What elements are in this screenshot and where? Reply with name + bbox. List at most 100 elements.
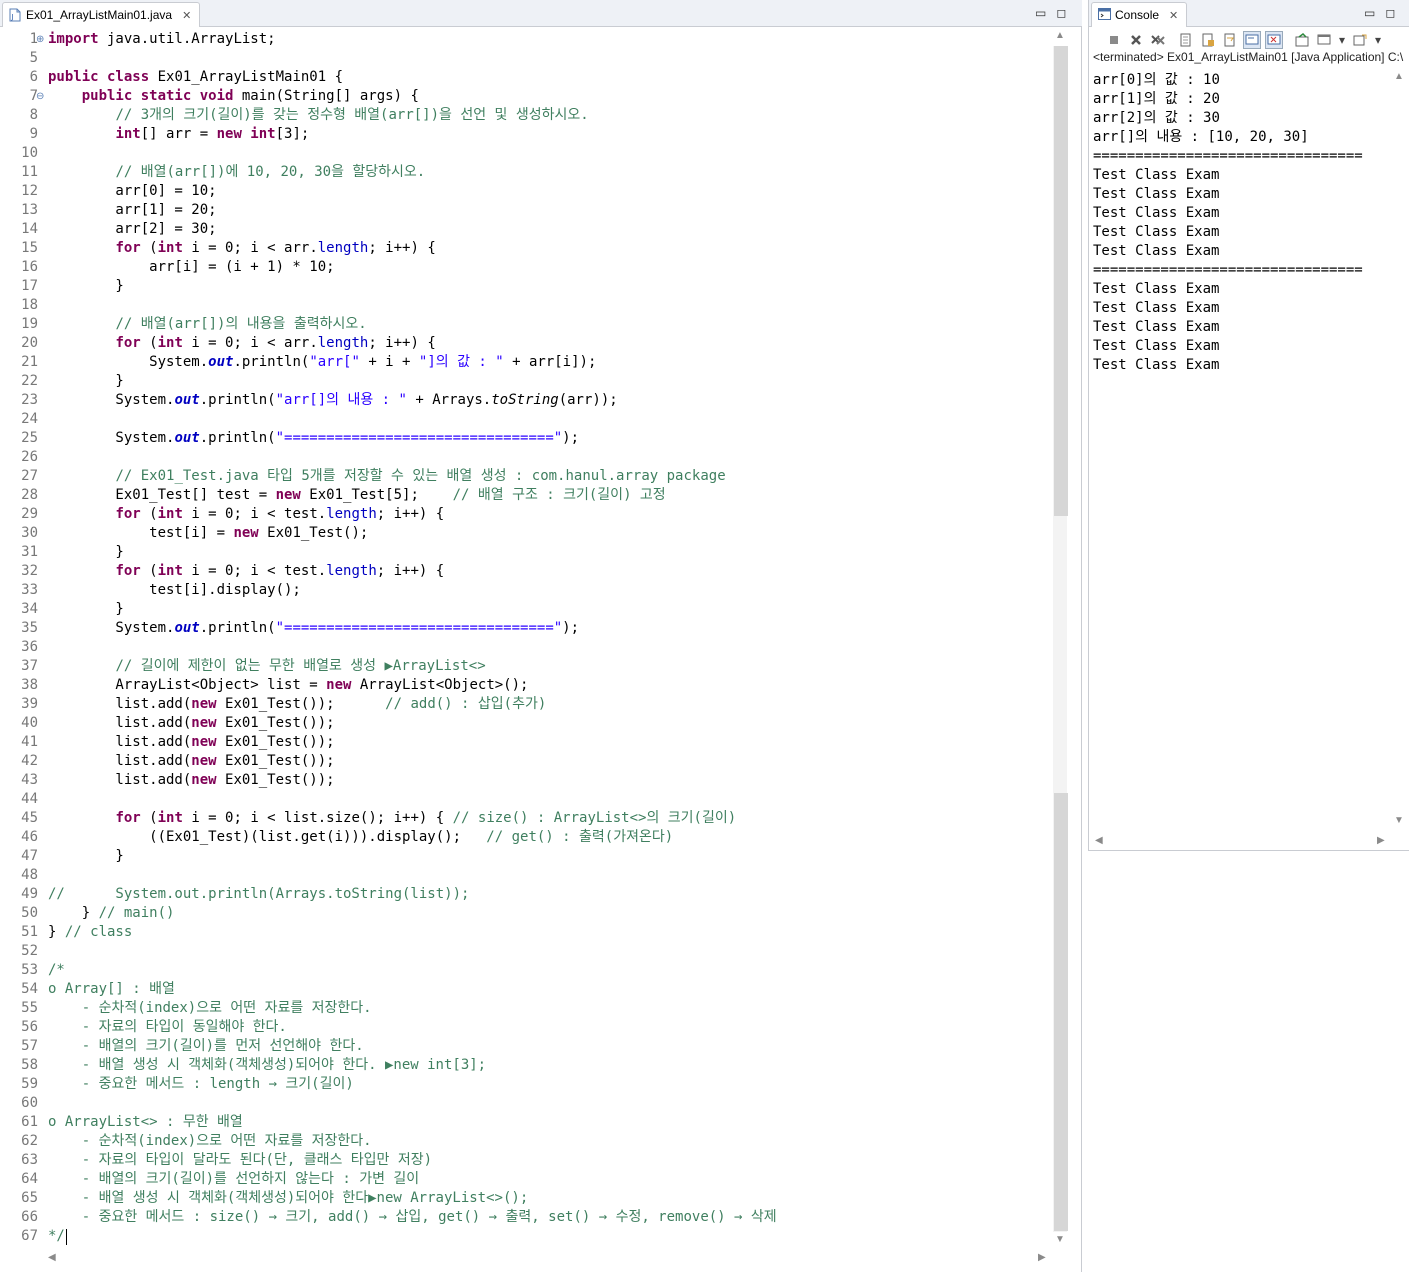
- console-horizontal-scrollbar[interactable]: ◀ ▶: [1093, 833, 1391, 849]
- scroll-up-icon[interactable]: ▲: [1055, 30, 1065, 41]
- scroll-right-icon[interactable]: ▶: [1377, 835, 1385, 846]
- code-line[interactable]: o ArrayList<> : 무한 배열: [48, 1113, 243, 1132]
- code-line[interactable]: test[i].display();: [48, 581, 301, 600]
- code-line[interactable]: // 배열(arr[])에 10, 20, 30을 할당하시오.: [48, 163, 425, 182]
- code-line[interactable]: - 중요한 메서드 : size() → 크기, add() → 삽입, get…: [48, 1208, 777, 1227]
- scroll-thumb-lower[interactable]: [1054, 793, 1068, 1231]
- code-line[interactable]: list.add(new Ex01_Test());: [48, 714, 334, 733]
- code-line[interactable]: list.add(new Ex01_Test());: [48, 733, 334, 752]
- code-line[interactable]: list.add(new Ex01_Test()); // add() : 삽입…: [48, 695, 546, 714]
- code-line[interactable]: }: [48, 543, 123, 562]
- display-console-icon[interactable]: [1315, 31, 1333, 49]
- code-line[interactable]: for (int i = 0; i < test.length; i++) {: [48, 505, 444, 524]
- code-line[interactable]: public static void main(String[] args) {: [48, 87, 419, 106]
- scroll-track[interactable]: [1053, 46, 1068, 1232]
- remove-launch-icon[interactable]: [1127, 31, 1145, 49]
- code-line[interactable]: }: [48, 600, 123, 619]
- close-icon[interactable]: ✕: [1169, 9, 1178, 22]
- editor-tab[interactable]: J Ex01_ArrayListMain01.java ✕: [2, 2, 201, 27]
- code-line[interactable]: import java.util.ArrayList;: [48, 30, 276, 49]
- show-stdout-icon[interactable]: [1243, 31, 1261, 49]
- code-token: int: [157, 506, 183, 522]
- code-line[interactable]: }: [48, 372, 123, 391]
- show-stderr-icon[interactable]: [1265, 31, 1283, 49]
- scroll-right-icon[interactable]: ▶: [1038, 1252, 1046, 1263]
- code-line[interactable]: list.add(new Ex01_Test());: [48, 771, 334, 790]
- code-line[interactable]: ((Ex01_Test)(list.get(i))).display(); //…: [48, 828, 673, 847]
- code-line[interactable]: for (int i = 0; i < test.length; i++) {: [48, 562, 444, 581]
- code-line[interactable]: }: [48, 847, 124, 866]
- scroll-thumb[interactable]: [1054, 46, 1068, 516]
- code-line[interactable]: } // class: [48, 923, 132, 942]
- minimize-icon[interactable]: ▭: [1035, 6, 1046, 20]
- code-line[interactable]: for (int i = 0; i < arr.length; i++) {: [48, 334, 435, 353]
- editor-pane: J Ex01_ArrayListMain01.java ✕ ▭ ◻ 1 impor…: [0, 0, 1082, 1272]
- editor-horizontal-scrollbar[interactable]: ◀ ▶: [44, 1250, 1052, 1266]
- editor-vertical-scrollbar[interactable]: ▲ ▼: [1052, 28, 1068, 1250]
- code-line[interactable]: for (int i = 0; i < arr.length; i++) {: [48, 239, 435, 258]
- code-line[interactable]: */: [48, 1227, 65, 1246]
- code-token: arr[2] = 30;: [48, 221, 217, 237]
- code-line[interactable]: - 배열 생성 시 객체화(객체생성)되어야 한다. ▶new int[3];: [48, 1056, 486, 1075]
- code-line[interactable]: arr[2] = 30;: [48, 220, 217, 239]
- maximize-icon[interactable]: ◻: [1385, 6, 1395, 20]
- open-console-icon[interactable]: [1351, 31, 1369, 49]
- code-line[interactable]: o Array[] : 배열: [48, 980, 175, 999]
- code-line[interactable]: // 길이에 제한이 없는 무한 배열로 생성 ▶ArrayList<>: [48, 657, 485, 676]
- code-line[interactable]: // System.out.println(Arrays.toString(li…: [48, 885, 469, 904]
- scroll-left-icon[interactable]: ◀: [1095, 835, 1103, 846]
- code-line[interactable]: test[i] = new Ex01_Test();: [48, 524, 368, 543]
- console-tab[interactable]: Console ✕: [1091, 2, 1188, 27]
- code-token: list.add(: [48, 696, 192, 712]
- code-line[interactable]: // 3개의 크기(길이)를 갖는 정수형 배열(arr[])을 선언 및 생성…: [48, 106, 588, 125]
- maximize-icon[interactable]: ◻: [1056, 6, 1066, 20]
- code-line[interactable]: - 중요한 메서드 : length → 크기(길이): [48, 1075, 354, 1094]
- pin-console-icon[interactable]: [1293, 31, 1311, 49]
- code-token: }: [48, 848, 124, 864]
- code-line[interactable]: /*: [48, 961, 65, 980]
- code-line[interactable]: arr[i] = (i + 1) * 10;: [48, 258, 334, 277]
- stop-icon[interactable]: [1105, 31, 1123, 49]
- code-line[interactable]: public class Ex01_ArrayListMain01 {: [48, 68, 343, 87]
- word-wrap-icon[interactable]: [1221, 31, 1239, 49]
- chevron-down-icon[interactable]: ▾: [1337, 31, 1347, 49]
- scroll-up-icon[interactable]: ▲: [1394, 71, 1404, 82]
- code-line[interactable]: System.out.println("====================…: [48, 619, 579, 638]
- scroll-lock-icon[interactable]: [1199, 31, 1217, 49]
- code-line[interactable]: - 순차적(index)으로 어떤 자료를 저장한다.: [48, 999, 372, 1018]
- code-line[interactable]: // Ex01_Test.java 타입 5개를 저장할 수 있는 배열 생성 …: [48, 467, 725, 486]
- console-output[interactable]: arr[0]의 값 : 10 arr[1]의 값 : 20 arr[2]의 값 : …: [1093, 69, 1393, 829]
- code-line[interactable]: - 순차적(index)으로 어떤 자료를 저장한다.: [48, 1132, 372, 1151]
- code-line[interactable]: Ex01_Test[] test = new Ex01_Test[5]; // …: [48, 486, 665, 505]
- code-line[interactable]: System.out.println("====================…: [48, 429, 579, 448]
- scroll-down-icon[interactable]: ▼: [1055, 1234, 1065, 1245]
- code-line[interactable]: System.out.println("arr[" + i + "]의 값 : …: [48, 353, 596, 372]
- code-line[interactable]: - 자료의 타입이 동일해야 한다.: [48, 1018, 287, 1037]
- remove-all-launches-icon[interactable]: [1149, 31, 1167, 49]
- scroll-left-icon[interactable]: ◀: [48, 1252, 56, 1263]
- minimize-icon[interactable]: ▭: [1364, 6, 1375, 20]
- code-line[interactable]: - 배열의 크기(길이)를 먼저 선언해야 한다.: [48, 1037, 364, 1056]
- code-line[interactable]: System.out.println("arr[]의 내용 : " + Arra…: [48, 391, 617, 410]
- code-line[interactable]: list.add(new Ex01_Test());: [48, 752, 334, 771]
- code-line[interactable]: // 배열(arr[])의 내용을 출력하시오.: [48, 315, 366, 334]
- clear-console-icon[interactable]: [1177, 31, 1195, 49]
- fold-expand-icon[interactable]: ⊕: [36, 30, 44, 49]
- code-area[interactable]: 1 import java.util.ArrayList; 5 6 public cla…: [0, 28, 1052, 1250]
- code-line[interactable]: ArrayList<Object> list = new ArrayList<O…: [48, 676, 528, 695]
- close-icon[interactable]: ✕: [182, 9, 191, 22]
- fold-collapse-icon[interactable]: ⊖: [36, 87, 44, 106]
- code-line[interactable]: - 자료의 타입이 달라도 된다(단, 클래스 타입만 저장): [48, 1151, 432, 1170]
- console-vertical-scrollbar[interactable]: ▲ ▼: [1391, 69, 1407, 831]
- code-line[interactable]: for (int i = 0; i < list.size(); i++) { …: [48, 809, 736, 828]
- code-line[interactable]: int[] arr = new int[3];: [48, 125, 309, 144]
- code-line[interactable]: arr[0] = 10;: [48, 182, 216, 201]
- code-token: /*: [48, 962, 65, 978]
- code-line[interactable]: - 배열 생성 시 객체화(객체생성)되어야 한다▶new ArrayList<…: [48, 1189, 529, 1208]
- code-line[interactable]: } // main(): [48, 904, 175, 923]
- code-line[interactable]: - 배열의 크기(길이)를 선언하지 않는다 : 가변 길이: [48, 1170, 419, 1189]
- scroll-down-icon[interactable]: ▼: [1394, 815, 1404, 826]
- chevron-down-icon[interactable]: ▾: [1373, 31, 1383, 49]
- code-line[interactable]: }: [48, 277, 123, 296]
- code-line[interactable]: arr[1] = 20;: [48, 201, 216, 220]
